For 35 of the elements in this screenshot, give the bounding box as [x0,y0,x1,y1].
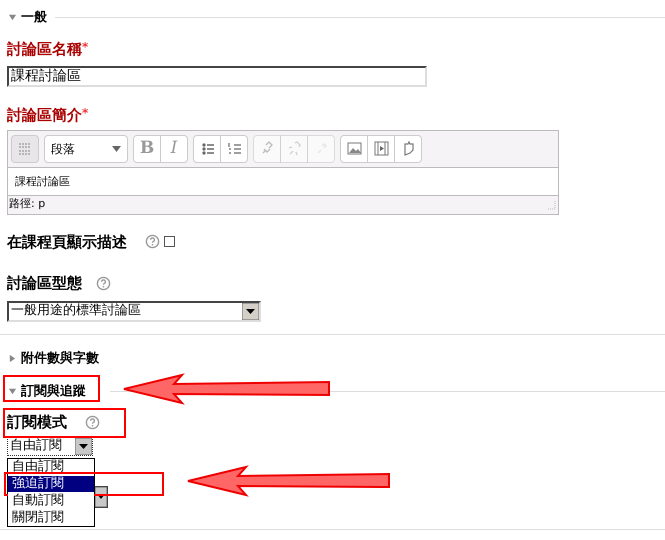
select-field[interactable]: 一般用途的標準討論區 [7,300,261,322]
field-label: 討論區型態 [7,273,82,294]
path-text: 路徑: p [9,196,46,212]
input-field[interactable]: 課程討論區 [7,66,427,87]
film-icon [372,140,390,157]
section-title[interactable]: 一般 [21,8,47,28]
dropdown-arrow-icon [242,302,259,320]
field-label: 訂閱模式 [7,412,67,434]
caret-down-icon[interactable] [8,387,17,396]
toolbar-button[interactable] [340,134,368,162]
toolbar-button[interactable] [193,134,221,162]
section-title[interactable]: 附件數與字數 [21,348,99,368]
format-dropdown[interactable]: 段落 [44,134,128,162]
help-icon[interactable] [96,276,111,291]
editor-content[interactable]: 課程討論區 [8,168,558,194]
toolbar-toggle-button[interactable] [11,134,39,162]
caret-right-icon[interactable] [8,354,17,363]
section-title[interactable]: 訂閱與追蹤 [21,382,86,402]
help-icon[interactable] [85,415,100,430]
field-label: 討論區簡介* [7,105,90,126]
caret-down-icon[interactable] [8,13,17,22]
caret-down-icon [112,146,121,152]
dropdown-option[interactable]: 自動訂閱 [8,492,94,508]
dropdown-arrow-icon [75,438,92,454]
dropdown-option[interactable]: 強迫訂閱 [8,476,94,492]
checkbox[interactable] [164,236,175,248]
resize-handle-icon[interactable] [546,200,556,210]
toolbar-button[interactable] [367,134,395,162]
rich-text-editor[interactable]: 段落 B I 課程討論區 路徑: p [7,130,559,214]
field-label: 在課程頁顯示描述 [7,232,127,252]
toolbar-button[interactable] [394,134,422,162]
toolbar-toggle-icon [17,140,33,156]
toolbar-button[interactable] [220,134,248,162]
field-label: 討論區名稱* [7,38,90,60]
image-icon [346,140,362,157]
